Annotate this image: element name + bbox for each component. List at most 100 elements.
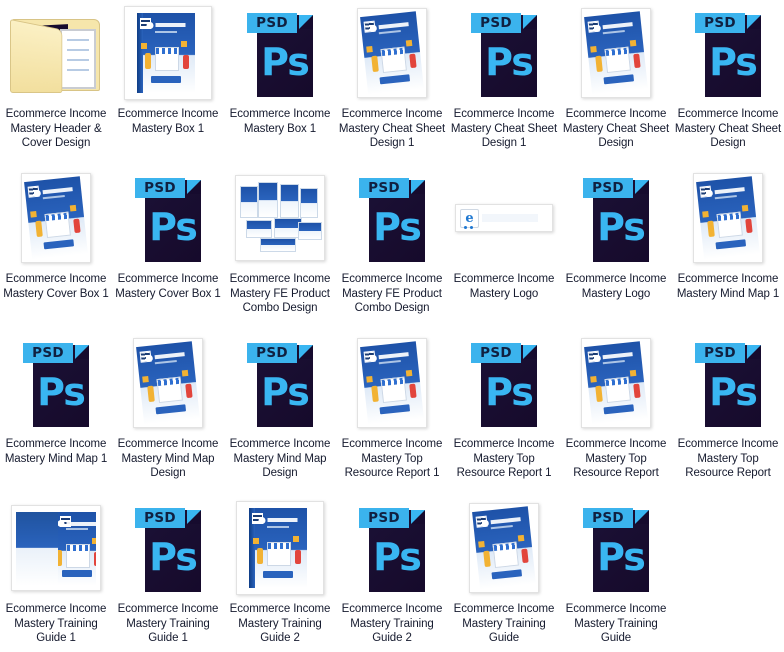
file-item[interactable]: Ps PSD Ecommerce Income Mastery FE Product… <box>336 165 448 330</box>
brand-dot-icon <box>481 519 490 527</box>
cover-subtitle <box>602 360 625 365</box>
file-name-label: Ecommerce Income Mastery Mind Map 1 <box>4 438 108 465</box>
file-name-label: Ecommerce Income Mastery Mind Map 1 <box>676 273 780 300</box>
file-item[interactable]: Ps PSD Ecommerce Income Mastery Cheat Shee… <box>448 0 560 165</box>
brand-dot-icon <box>146 21 154 29</box>
file-item[interactable]: Ps PSD Ecommerce Income Mastery Top Resour… <box>448 330 560 495</box>
file-name-label: Ecommerce Income Mastery Training Guide … <box>229 603 331 645</box>
file-name-label: Ecommerce Income Mastery Training Guide <box>453 603 555 645</box>
file-item[interactable]: Ecommerce Income Mastery Cover Box 1 <box>0 165 112 330</box>
file-item[interactable]: Ecommerce Income Mastery Cheat Sheet Des… <box>560 0 672 165</box>
cover-illustration <box>366 39 420 80</box>
psd-file-icon: Ps PSD <box>342 169 442 267</box>
file-name-label: Ecommerce Income Mastery Logo <box>565 273 667 300</box>
brand-wordmark <box>66 521 96 526</box>
file-name-label: Ecommerce Income Mastery Top Resource Re… <box>453 438 555 480</box>
psd-banner-label: PSD <box>359 178 409 198</box>
file-name-label: Ecommerce Income Mastery Cheat Sheet Des… <box>674 108 782 150</box>
file-item[interactable]: Ecommerce Income Mastery Training Guide … <box>0 495 112 652</box>
cover-subtitle <box>155 30 177 33</box>
file-name-label: Ecommerce Income Mastery Cheat Sheet Des… <box>562 108 670 150</box>
brand-wordmark <box>714 187 745 195</box>
file-item[interactable]: Ecommerce Income Mastery Mind Map 1 <box>672 165 784 330</box>
file-name-label: Ecommerce Income Mastery Box 1 <box>229 108 331 135</box>
brand-wordmark <box>155 23 186 28</box>
brand-dot-icon <box>593 354 602 362</box>
file-item[interactable]: Ecommerce Income Mastery Training Guide … <box>224 495 336 652</box>
file-name-label: Ecommerce Income Mastery Training Guide … <box>341 603 443 645</box>
cover-subtitle <box>378 30 401 35</box>
psd-banner-label: PSD <box>695 343 745 363</box>
psd-file-icon: Ps PSD <box>6 334 106 432</box>
file-item[interactable]: Ecommerce Income Mastery Training Guide <box>448 495 560 652</box>
brand-wordmark <box>154 352 185 360</box>
cover-brand <box>258 516 298 524</box>
file-item[interactable]: e Ecommerce Income Mastery Logo <box>448 165 560 330</box>
brand-dot-icon <box>369 354 378 362</box>
psd-banner-label: PSD <box>583 508 633 528</box>
file-name-label: Ecommerce Income Mastery Cheat Sheet Des… <box>338 108 446 150</box>
psd-banner-label: PSD <box>247 343 297 363</box>
shopping-cart-e-icon: e <box>460 208 479 229</box>
cover-subtitle <box>378 360 401 365</box>
psd-file-icon: Ps PSD <box>342 499 442 597</box>
file-item[interactable]: Ps PSD Ecommerce Income Mastery Training G… <box>560 495 672 652</box>
psd-file-icon: Ps PSD <box>566 169 666 267</box>
cover-brand <box>58 520 96 528</box>
cover-thumbnail <box>6 169 106 267</box>
cover-badge <box>62 570 92 578</box>
cover-thumbnail <box>342 334 442 432</box>
file-item[interactable]: Ecommerce Income Mastery Box 1 <box>112 0 224 165</box>
file-name-label: Ecommerce Income Mastery Cheat Sheet Des… <box>450 108 558 150</box>
file-item[interactable]: Ps PSD Ecommerce Income Mastery Box 1 <box>224 0 336 165</box>
file-item[interactable]: Ps PSD Ecommerce Income Mastery Logo <box>560 165 672 330</box>
cover-subtitle <box>154 360 177 365</box>
file-item[interactable]: Ecommerce Income Mastery Top Resource Re… <box>336 330 448 495</box>
logo-wordmark <box>482 214 538 222</box>
file-item[interactable]: Ecommerce Income Mastery Top Resource Re… <box>560 330 672 495</box>
cover-subtitle <box>267 525 289 528</box>
file-item[interactable]: Ps PSD Ecommerce Income Mastery Cover Box … <box>112 165 224 330</box>
file-item[interactable]: Ps Ecommerce Income Mastery Header & Cove… <box>0 0 112 165</box>
cover-brand <box>146 21 186 29</box>
folder-icon: Ps <box>6 4 106 102</box>
file-name-label: Ecommerce Income Mastery Mind Map Design <box>117 438 219 480</box>
cover-thumbnail <box>678 169 778 267</box>
psd-banner-label: PSD <box>359 508 409 528</box>
cover-brand <box>33 186 73 197</box>
cover-subtitle <box>490 525 513 530</box>
file-item[interactable]: Ps PSD Ecommerce Income Mastery Mind Map 1 <box>0 330 112 495</box>
brand-wordmark <box>490 517 521 525</box>
psd-banner-label: PSD <box>695 13 745 33</box>
file-item[interactable]: Ps PSD Ecommerce Income Mastery Top Resour… <box>672 330 784 495</box>
psd-file-icon: Ps PSD <box>454 4 554 102</box>
file-name-label: Ecommerce Income Mastery Box 1 <box>117 108 219 135</box>
cover-illustration <box>142 369 196 410</box>
file-name-label: Ecommerce Income Mastery Header & Cover … <box>5 108 107 150</box>
file-item[interactable]: Ps PSD Ecommerce Income Mastery Cheat Shee… <box>672 0 784 165</box>
cover-brand <box>481 516 521 527</box>
psd-file-icon: Ps PSD <box>118 169 218 267</box>
file-item[interactable]: Ps PSD Ecommerce Income Mastery Training G… <box>336 495 448 652</box>
cover-illustration <box>253 536 304 572</box>
brand-dot-icon <box>258 516 266 524</box>
psd-banner-label: PSD <box>471 13 521 33</box>
brand-dot-icon <box>369 24 378 32</box>
cover-thumbnail <box>454 499 554 597</box>
file-item[interactable]: Ecommerce Income Mastery FE Product Comb… <box>224 165 336 330</box>
file-item[interactable]: Ps PSD Ecommerce Income Mastery Mind Map D… <box>224 330 336 495</box>
psd-banner-label: PSD <box>135 508 185 528</box>
cover-badge <box>263 571 293 579</box>
file-item[interactable]: Ecommerce Income Mastery Cheat Sheet Des… <box>336 0 448 165</box>
cover-brand <box>369 351 409 362</box>
cover-subtitle <box>42 195 65 200</box>
file-item[interactable]: Ecommerce Income Mastery Mind Map Design <box>112 330 224 495</box>
file-name-label: Ecommerce Income Mastery Top Resource Re… <box>565 438 667 480</box>
file-item[interactable]: Ps PSD Ecommerce Income Mastery Training G… <box>112 495 224 652</box>
psd-file-icon: Ps PSD <box>118 499 218 597</box>
file-name-label: Ecommerce Income Mastery Cover Box 1 <box>115 273 221 300</box>
cover-illustration <box>141 41 192 77</box>
psd-banner-label: PSD <box>583 178 633 198</box>
psd-banner-label: PSD <box>135 178 185 198</box>
cover-thumbnail <box>118 334 218 432</box>
